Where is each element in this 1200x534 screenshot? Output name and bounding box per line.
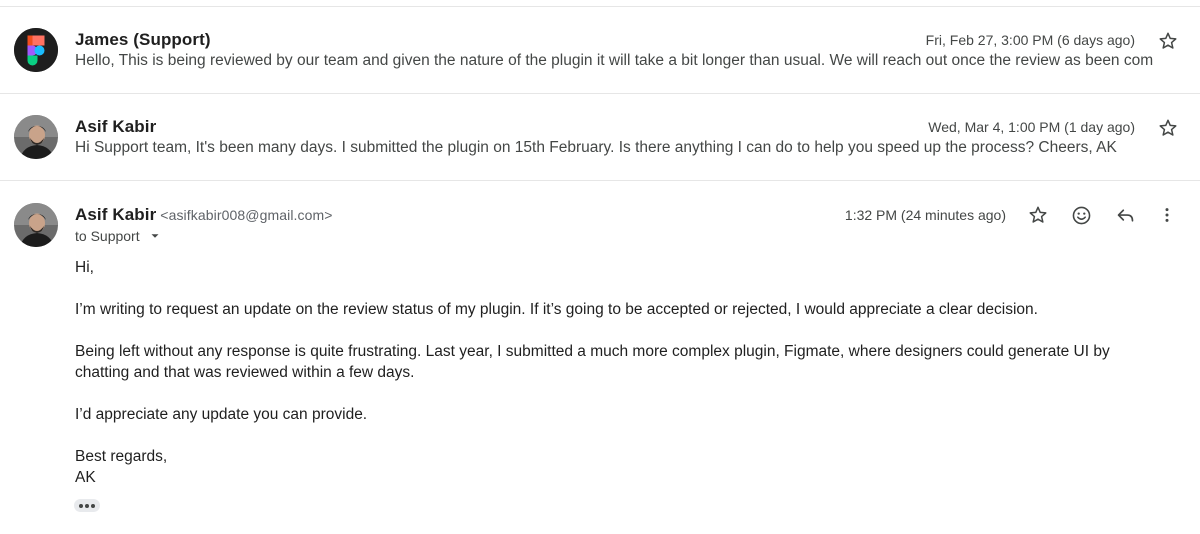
sender-name: Asif Kabir xyxy=(75,117,157,136)
message-row-james[interactable]: James (Support) Fri, Feb 27, 3:00 PM (6 … xyxy=(0,7,1200,94)
figma-logo-icon xyxy=(14,28,58,72)
message-row-asif[interactable]: Asif Kabir Wed, Mar 4, 1:00 PM (1 day ag… xyxy=(0,94,1200,181)
star-icon[interactable] xyxy=(1026,203,1050,227)
emoji-react-icon[interactable] xyxy=(1069,203,1093,227)
sender-name: Asif Kabir xyxy=(75,205,157,224)
chevron-down-icon xyxy=(151,234,159,238)
dot-icon xyxy=(79,503,83,508)
body-paragraph: I’m writing to request an update on the … xyxy=(75,301,1038,318)
more-options-icon[interactable] xyxy=(1155,203,1179,227)
sender-email: <asifkabir008@gmail.com> xyxy=(160,207,333,223)
body-signature: AK xyxy=(75,469,96,486)
dot-icon xyxy=(85,503,89,508)
body-greeting: Hi, xyxy=(75,259,94,276)
show-trimmed-content-button[interactable] xyxy=(74,499,100,512)
user-photo-icon xyxy=(14,115,58,159)
dot-icon xyxy=(91,503,95,508)
body-closing: Best regards, xyxy=(75,448,168,465)
user-photo-icon xyxy=(14,203,58,247)
message-snippet: Hello, This is being reviewed by our tea… xyxy=(75,52,1154,69)
recipient-dropdown[interactable]: to Support xyxy=(75,228,162,244)
body-paragraph: Being left without any response is quite… xyxy=(75,343,1110,381)
message-date: 1:32 PM (24 minutes ago) xyxy=(844,207,1006,223)
star-icon[interactable] xyxy=(1156,29,1180,53)
message-date: Fri, Feb 27, 3:00 PM (6 days ago) xyxy=(925,32,1135,48)
message-date: Wed, Mar 4, 1:00 PM (1 day ago) xyxy=(928,119,1135,135)
sender-line: Asif Kabir <asifkabir008@gmail.com> xyxy=(75,205,333,225)
body-paragraph: I’d appreciate any update you can provid… xyxy=(75,406,368,423)
message-snippet: Hi Support team, It's been many days. I … xyxy=(75,139,1117,156)
recipient-label: to Support xyxy=(75,228,140,244)
star-icon[interactable] xyxy=(1156,116,1180,140)
reply-icon[interactable] xyxy=(1113,203,1137,227)
sender-name: James (Support) xyxy=(75,30,211,49)
